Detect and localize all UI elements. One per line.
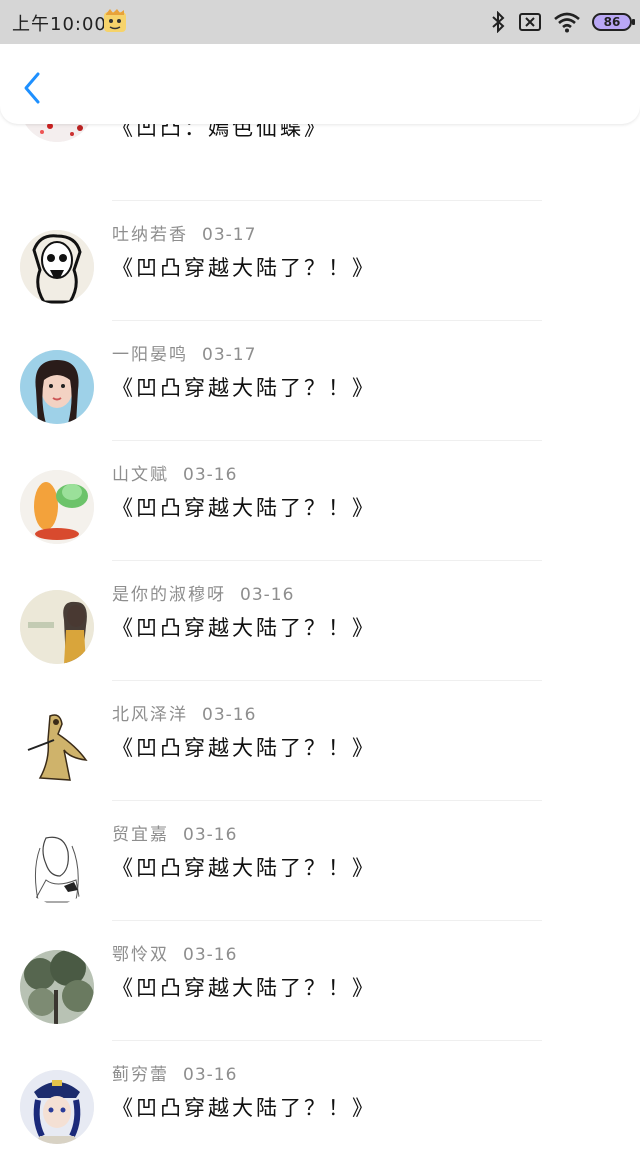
avatar[interactable] (20, 710, 94, 784)
divider (112, 440, 542, 441)
sim-off-icon (519, 13, 541, 31)
list-item[interactable]: 贸宜嘉 03-16 《凹凸穿越大陆了？！》 (0, 800, 640, 920)
comment-date: 03-17 (202, 345, 257, 365)
status-icons: 86 (490, 8, 635, 36)
avatar[interactable] (20, 590, 94, 664)
comment-date: 03-16 (240, 585, 295, 605)
comment-text: 《凹凸穿越大陆了？！》 (112, 856, 376, 880)
comment-date: 03-16 (202, 705, 257, 725)
wifi-icon (554, 12, 580, 33)
comment-text: 《凹凸穿越大陆了？！》 (112, 496, 376, 520)
avatar[interactable] (20, 830, 94, 904)
comment-date: 03-16 (183, 465, 238, 485)
back-button[interactable] (18, 70, 48, 106)
avatar[interactable] (20, 350, 94, 424)
comment-username[interactable]: 鄂怜双 (112, 945, 169, 965)
comment-text: 《凹凸穿越大陆了？！》 (112, 616, 376, 640)
divider (112, 1040, 542, 1041)
comment-date: 03-16 (183, 825, 238, 845)
battery-indicator: 86 (592, 13, 635, 31)
nav-bar (0, 44, 640, 124)
list-item[interactable]: 一阳晏鸣 03-17 《凹凸穿越大陆了？！》 (0, 320, 640, 440)
comment-text: 《凹凸穿越大陆了？！》 (112, 976, 376, 1000)
comment-date: 03-16 (183, 945, 238, 965)
divider (112, 560, 542, 561)
list-item[interactable]: 鄂怜双 03-16 《凹凸穿越大陆了？！》 (0, 920, 640, 1040)
avatar[interactable] (20, 470, 94, 544)
divider (112, 800, 542, 801)
comment-list: 《凹凸：嫣色仙蝶》 吐纳若香03-17 《凹凸穿越大陆了？！》 一阳晏鸣03 (0, 68, 640, 1172)
comment-username[interactable]: 山文赋 (112, 465, 169, 485)
avatar[interactable] (20, 230, 94, 304)
comment-username[interactable]: 是你的淑穆呀 (112, 585, 226, 605)
notification-emoji-icon (102, 8, 128, 34)
list-item[interactable]: 北风泽洋 03-16 《凹凸穿越大陆了？！》 (0, 680, 640, 800)
divider (112, 920, 542, 921)
comment-date: 03-16 (183, 1065, 238, 1085)
comment-username[interactable]: 蓟穷蕾 (112, 1065, 169, 1085)
status-time: 上午10:00 (12, 14, 107, 35)
divider (112, 320, 542, 321)
divider (112, 200, 542, 201)
chevron-left-icon (24, 72, 40, 104)
list-item[interactable]: 是你的淑穆呀 03-16 《凹凸穿越大陆了？！》 (0, 560, 640, 680)
comment-date: 03-17 (202, 225, 257, 245)
comment-text: 《凹凸穿越大陆了？！》 (112, 736, 376, 760)
comment-username[interactable]: 北风泽洋 (112, 705, 188, 725)
comment-username[interactable]: 贸宜嘉 (112, 825, 169, 845)
list-item[interactable]: 蓟穷蕾 03-16 《凹凸穿越大陆了？！》 (0, 1040, 640, 1160)
comment-username[interactable]: 一阳晏鸣 (112, 345, 188, 365)
status-bar: 上午10:00 86 (0, 0, 640, 44)
avatar[interactable] (20, 950, 94, 1024)
comment-text: 《凹凸穿越大陆了？！》 (112, 1096, 376, 1120)
comment-text: 《凹凸穿越大陆了？！》 (112, 376, 376, 400)
comment-username[interactable]: 吐纳若香 (112, 225, 188, 245)
avatar[interactable] (20, 1070, 94, 1144)
divider (112, 680, 542, 681)
comment-text: 《凹凸穿越大陆了？！》 (112, 256, 376, 280)
list-item[interactable]: 山文赋 03-16 《凹凸穿越大陆了？！》 (0, 440, 640, 560)
list-item[interactable]: 吐纳若香 03-17 《凹凸穿越大陆了？！》 (0, 200, 640, 320)
bluetooth-icon (492, 11, 505, 33)
